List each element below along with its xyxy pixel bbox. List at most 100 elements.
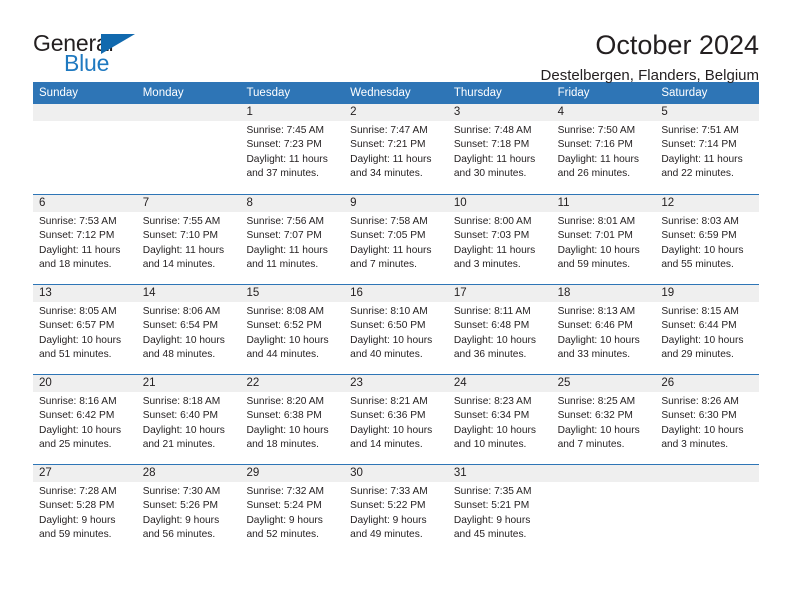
calendar-day-cell[interactable]: 14 Sunrise: 8:06 AM Sunset: 6:54 PM Dayligh… xyxy=(137,285,241,374)
calendar-day-cell[interactable]: 23 Sunrise: 8:21 AM Sunset: 6:36 PM Dayligh… xyxy=(344,375,448,464)
sunset-time: Sunset: 6:40 PM xyxy=(142,410,219,422)
sunset-time: Sunset: 5:26 PM xyxy=(142,500,219,512)
daylight-duration-line2: and 51 minutes. xyxy=(39,348,112,360)
calendar-day-cell[interactable]: 10 Sunrise: 8:00 AM Sunset: 7:03 PM Dayligh… xyxy=(448,195,552,284)
calendar-day-cell[interactable]: 4 Sunrise: 7:50 AM Sunset: 7:16 PM Daylight… xyxy=(552,104,656,194)
daylight-duration-line1: Daylight: 10 hours xyxy=(557,244,640,256)
daylight-duration-line1: Daylight: 9 hours xyxy=(142,514,220,526)
day-sun-info: Sunrise: 8:06 AM Sunset: 6:54 PM Daylight:… xyxy=(143,305,235,362)
calendar-day-cell-empty xyxy=(137,104,241,194)
daylight-duration-line2: and 3 minutes. xyxy=(453,258,521,270)
sunset-time: Sunset: 7:10 PM xyxy=(142,230,219,242)
calendar-day-cell[interactable]: 25 Sunrise: 8:25 AM Sunset: 6:32 PM Dayligh… xyxy=(552,375,656,464)
calendar-day-cell[interactable]: 1 Sunrise: 7:45 AM Sunset: 7:23 PM Daylight… xyxy=(240,104,344,194)
calendar-week-row: 1 Sunrise: 7:45 AM Sunset: 7:23 PM Daylight… xyxy=(33,104,759,194)
general-blue-logo: General Blue xyxy=(33,30,145,76)
sunset-time: Sunset: 7:12 PM xyxy=(39,230,115,242)
daylight-duration-line1: Daylight: 10 hours xyxy=(350,424,433,436)
weekday-header-wednesday: Wednesday xyxy=(350,87,411,99)
calendar-day-cell[interactable]: 13 Sunrise: 8:05 AM Sunset: 6:57 PM Dayligh… xyxy=(33,285,137,374)
day-sun-info: Sunrise: 7:53 AM Sunset: 7:12 PM Daylight:… xyxy=(39,215,131,272)
calendar-day-cell[interactable]: 28 Sunrise: 7:30 AM Sunset: 5:26 PM Dayligh… xyxy=(137,465,241,554)
calendar-day-cell[interactable]: 9 Sunrise: 7:58 AM Sunset: 7:05 PM Daylight… xyxy=(344,195,448,284)
sunrise-time: Sunrise: 8:20 AM xyxy=(246,396,325,407)
calendar-day-cell[interactable]: 6 Sunrise: 7:53 AM Sunset: 7:12 PM Daylight… xyxy=(33,195,137,284)
calendar-day-cell[interactable]: 8 Sunrise: 7:56 AM Sunset: 7:07 PM Daylight… xyxy=(240,195,344,284)
calendar-day-cell[interactable]: 11 Sunrise: 8:01 AM Sunset: 7:01 PM Dayligh… xyxy=(552,195,656,284)
sunrise-time: Sunrise: 8:11 AM xyxy=(453,306,531,317)
day-sun-info: Sunrise: 7:51 AM Sunset: 7:14 PM Daylight:… xyxy=(661,124,753,181)
daylight-duration-line1: Daylight: 10 hours xyxy=(142,424,225,436)
title-block: October 2024 Destelbergen, Flanders, Bel… xyxy=(145,30,759,86)
calendar-day-cell[interactable]: 24 Sunrise: 8:23 AM Sunset: 6:34 PM Dayligh… xyxy=(448,375,552,464)
day-number: 13 xyxy=(39,287,52,299)
day-sun-info: Sunrise: 8:05 AM Sunset: 6:57 PM Daylight:… xyxy=(39,305,131,362)
daylight-duration-line2: and 14 minutes. xyxy=(142,258,216,270)
calendar-day-cell[interactable]: 3 Sunrise: 7:48 AM Sunset: 7:18 PM Daylight… xyxy=(448,104,552,194)
calendar-day-cell[interactable]: 31 Sunrise: 7:35 AM Sunset: 5:21 PM Dayligh… xyxy=(448,465,552,554)
sunrise-time: Sunrise: 7:53 AM xyxy=(39,216,117,227)
day-number: 8 xyxy=(246,197,253,209)
sunrise-time: Sunrise: 8:16 AM xyxy=(39,396,117,407)
calendar-day-cell[interactable]: 19 Sunrise: 8:15 AM Sunset: 6:44 PM Dayligh… xyxy=(655,285,759,374)
calendar-day-cell[interactable]: 20 Sunrise: 8:16 AM Sunset: 6:42 PM Dayligh… xyxy=(33,375,137,464)
day-sun-info: Sunrise: 8:01 AM Sunset: 7:01 PM Daylight:… xyxy=(558,215,650,272)
calendar-day-cell[interactable]: 18 Sunrise: 8:13 AM Sunset: 6:46 PM Dayligh… xyxy=(552,285,656,374)
daylight-duration-line1: Daylight: 9 hours xyxy=(39,514,116,526)
calendar-day-cell[interactable]: 22 Sunrise: 8:20 AM Sunset: 6:38 PM Dayligh… xyxy=(240,375,344,464)
daylight-duration-line2: and 34 minutes. xyxy=(350,167,423,179)
day-number: 9 xyxy=(350,197,357,209)
calendar-day-cell[interactable]: 15 Sunrise: 8:08 AM Sunset: 6:52 PM Dayligh… xyxy=(240,285,344,374)
day-sun-info: Sunrise: 8:11 AM Sunset: 6:48 PM Daylight:… xyxy=(454,305,546,362)
sunset-time: Sunset: 7:18 PM xyxy=(453,139,530,151)
day-number: 16 xyxy=(350,287,363,299)
calendar-day-cell[interactable]: 16 Sunrise: 8:10 AM Sunset: 6:50 PM Dayligh… xyxy=(344,285,448,374)
sunset-time: Sunset: 6:54 PM xyxy=(142,320,219,332)
day-number: 5 xyxy=(661,106,668,118)
calendar-weeks: 1 Sunrise: 7:45 AM Sunset: 7:23 PM Daylight… xyxy=(33,104,759,554)
daylight-duration-line1: Daylight: 10 hours xyxy=(39,334,122,346)
calendar-day-cell[interactable]: 2 Sunrise: 7:47 AM Sunset: 7:21 PM Daylight… xyxy=(344,104,448,194)
calendar-week-row: 20 Sunrise: 8:16 AM Sunset: 6:42 PM Dayligh… xyxy=(33,374,759,464)
calendar-day-cell[interactable]: 5 Sunrise: 7:51 AM Sunset: 7:14 PM Daylight… xyxy=(655,104,759,194)
sunrise-time: Sunrise: 7:51 AM xyxy=(661,125,739,136)
daylight-duration-line2: and 56 minutes. xyxy=(142,528,216,540)
sunset-time: Sunset: 5:21 PM xyxy=(453,500,530,512)
daylight-duration-line1: Daylight: 10 hours xyxy=(246,334,329,346)
page-header: General Blue October 2024 Destelbergen, … xyxy=(33,0,759,84)
day-number: 19 xyxy=(661,287,675,299)
calendar-day-cell[interactable]: 17 Sunrise: 8:11 AM Sunset: 6:48 PM Dayligh… xyxy=(448,285,552,374)
day-number: 22 xyxy=(246,377,260,389)
day-number: 2 xyxy=(350,106,357,118)
calendar-day-cell[interactable]: 26 Sunrise: 8:26 AM Sunset: 6:30 PM Dayligh… xyxy=(655,375,759,464)
day-sun-info: Sunrise: 8:23 AM Sunset: 6:34 PM Daylight:… xyxy=(454,395,546,452)
calendar-grid: Sunday Monday Tuesday Wednesday Thursday… xyxy=(33,82,759,554)
weekday-header-row: Sunday Monday Tuesday Wednesday Thursday… xyxy=(33,82,759,104)
daylight-duration-line2: and 33 minutes. xyxy=(557,348,631,360)
calendar-day-cell[interactable]: 21 Sunrise: 8:18 AM Sunset: 6:40 PM Dayligh… xyxy=(137,375,241,464)
calendar-day-cell[interactable]: 12 Sunrise: 8:03 AM Sunset: 6:59 PM Dayligh… xyxy=(655,195,759,284)
daylight-duration-line1: Daylight: 10 hours xyxy=(557,334,640,346)
sunset-time: Sunset: 5:22 PM xyxy=(350,500,426,512)
sunset-time: Sunset: 7:16 PM xyxy=(557,139,633,151)
sunrise-time: Sunrise: 8:21 AM xyxy=(350,396,428,407)
day-sun-info: Sunrise: 7:47 AM Sunset: 7:21 PM Daylight:… xyxy=(350,124,442,181)
daylight-duration-line2: and 55 minutes. xyxy=(661,258,734,270)
calendar-day-cell[interactable]: 7 Sunrise: 7:55 AM Sunset: 7:10 PM Daylight… xyxy=(137,195,241,284)
day-number: 29 xyxy=(246,467,260,479)
daylight-duration-line2: and 37 minutes. xyxy=(246,167,319,179)
day-sun-info: Sunrise: 8:26 AM Sunset: 6:30 PM Daylight:… xyxy=(661,395,753,452)
sunrise-time: Sunrise: 8:08 AM xyxy=(246,306,325,317)
sunrise-time: Sunrise: 7:58 AM xyxy=(350,216,428,227)
sunset-time: Sunset: 6:50 PM xyxy=(350,320,426,332)
sunrise-time: Sunrise: 8:25 AM xyxy=(557,396,636,407)
sunset-time: Sunset: 7:14 PM xyxy=(661,139,737,151)
day-number: 6 xyxy=(39,197,46,209)
daylight-duration-line1: Daylight: 10 hours xyxy=(661,424,744,436)
daylight-duration-line1: Daylight: 10 hours xyxy=(453,424,536,436)
sunrise-time: Sunrise: 7:47 AM xyxy=(350,125,428,136)
calendar-day-cell[interactable]: 27 Sunrise: 7:28 AM Sunset: 5:28 PM Dayligh… xyxy=(33,465,137,554)
calendar-day-cell[interactable]: 29 Sunrise: 7:32 AM Sunset: 5:24 PM Dayligh… xyxy=(240,465,344,554)
calendar-day-cell[interactable]: 30 Sunrise: 7:33 AM Sunset: 5:22 PM Dayligh… xyxy=(344,465,448,554)
calendar-week-row: 13 Sunrise: 8:05 AM Sunset: 6:57 PM Dayligh… xyxy=(33,284,759,374)
